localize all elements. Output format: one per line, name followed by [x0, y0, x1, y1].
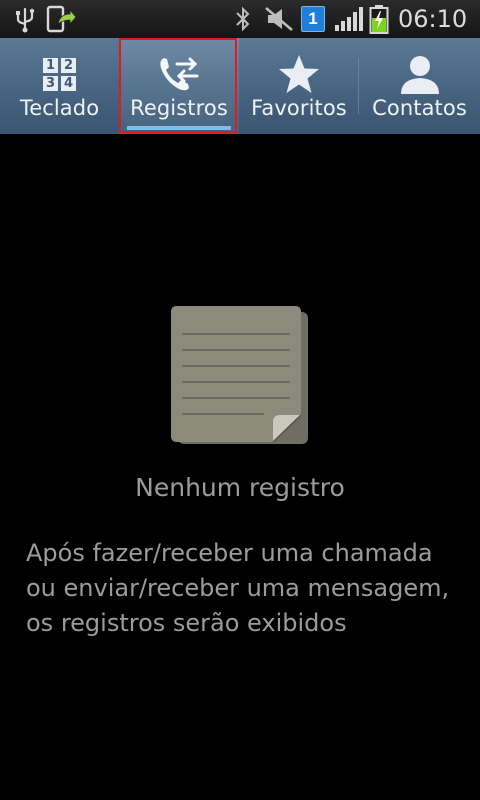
bluetooth-icon	[234, 0, 252, 38]
status-time: 06:10	[398, 5, 468, 33]
keypad-digit: 3	[43, 75, 58, 91]
notification-badge-count: 1	[301, 6, 325, 32]
tab-teclado[interactable]: 1 2 3 4 Teclado	[0, 38, 119, 134]
keypad-digit: 4	[61, 75, 76, 91]
call-log-icon	[157, 52, 201, 96]
notification-badge-icon: 1	[301, 0, 325, 38]
tab-favoritos[interactable]: Favoritos	[239, 38, 359, 134]
usb-icon	[14, 0, 36, 38]
keypad-digit: 2	[61, 57, 76, 73]
screenshot-share-icon	[46, 0, 76, 38]
tab-label: Favoritos	[251, 96, 347, 120]
tab-label: Teclado	[19, 96, 100, 120]
document-icon	[168, 304, 312, 448]
tab-bar: 1 2 3 4 Teclado Registros Favoritos Cont…	[0, 38, 480, 134]
keypad-digit: 1	[43, 57, 58, 73]
mute-icon	[264, 0, 294, 38]
tab-label: Registros	[130, 96, 228, 120]
empty-state-description: Após fazer/receber uma chamada ou enviar…	[26, 539, 450, 637]
tab-registros[interactable]: Registros	[119, 38, 239, 134]
contact-person-icon	[398, 52, 442, 96]
signal-icon	[334, 0, 364, 38]
status-bar: 1 06:10	[0, 0, 480, 38]
empty-state-title: Nenhum registro	[135, 473, 345, 502]
tab-label: Contatos	[372, 96, 467, 120]
tab-divider	[358, 58, 359, 114]
tab-contatos[interactable]: Contatos	[359, 38, 480, 134]
keypad-icon: 1 2 3 4	[43, 52, 76, 96]
battery-charging-icon	[369, 0, 389, 38]
star-icon	[277, 52, 321, 96]
active-tab-indicator	[127, 126, 231, 130]
